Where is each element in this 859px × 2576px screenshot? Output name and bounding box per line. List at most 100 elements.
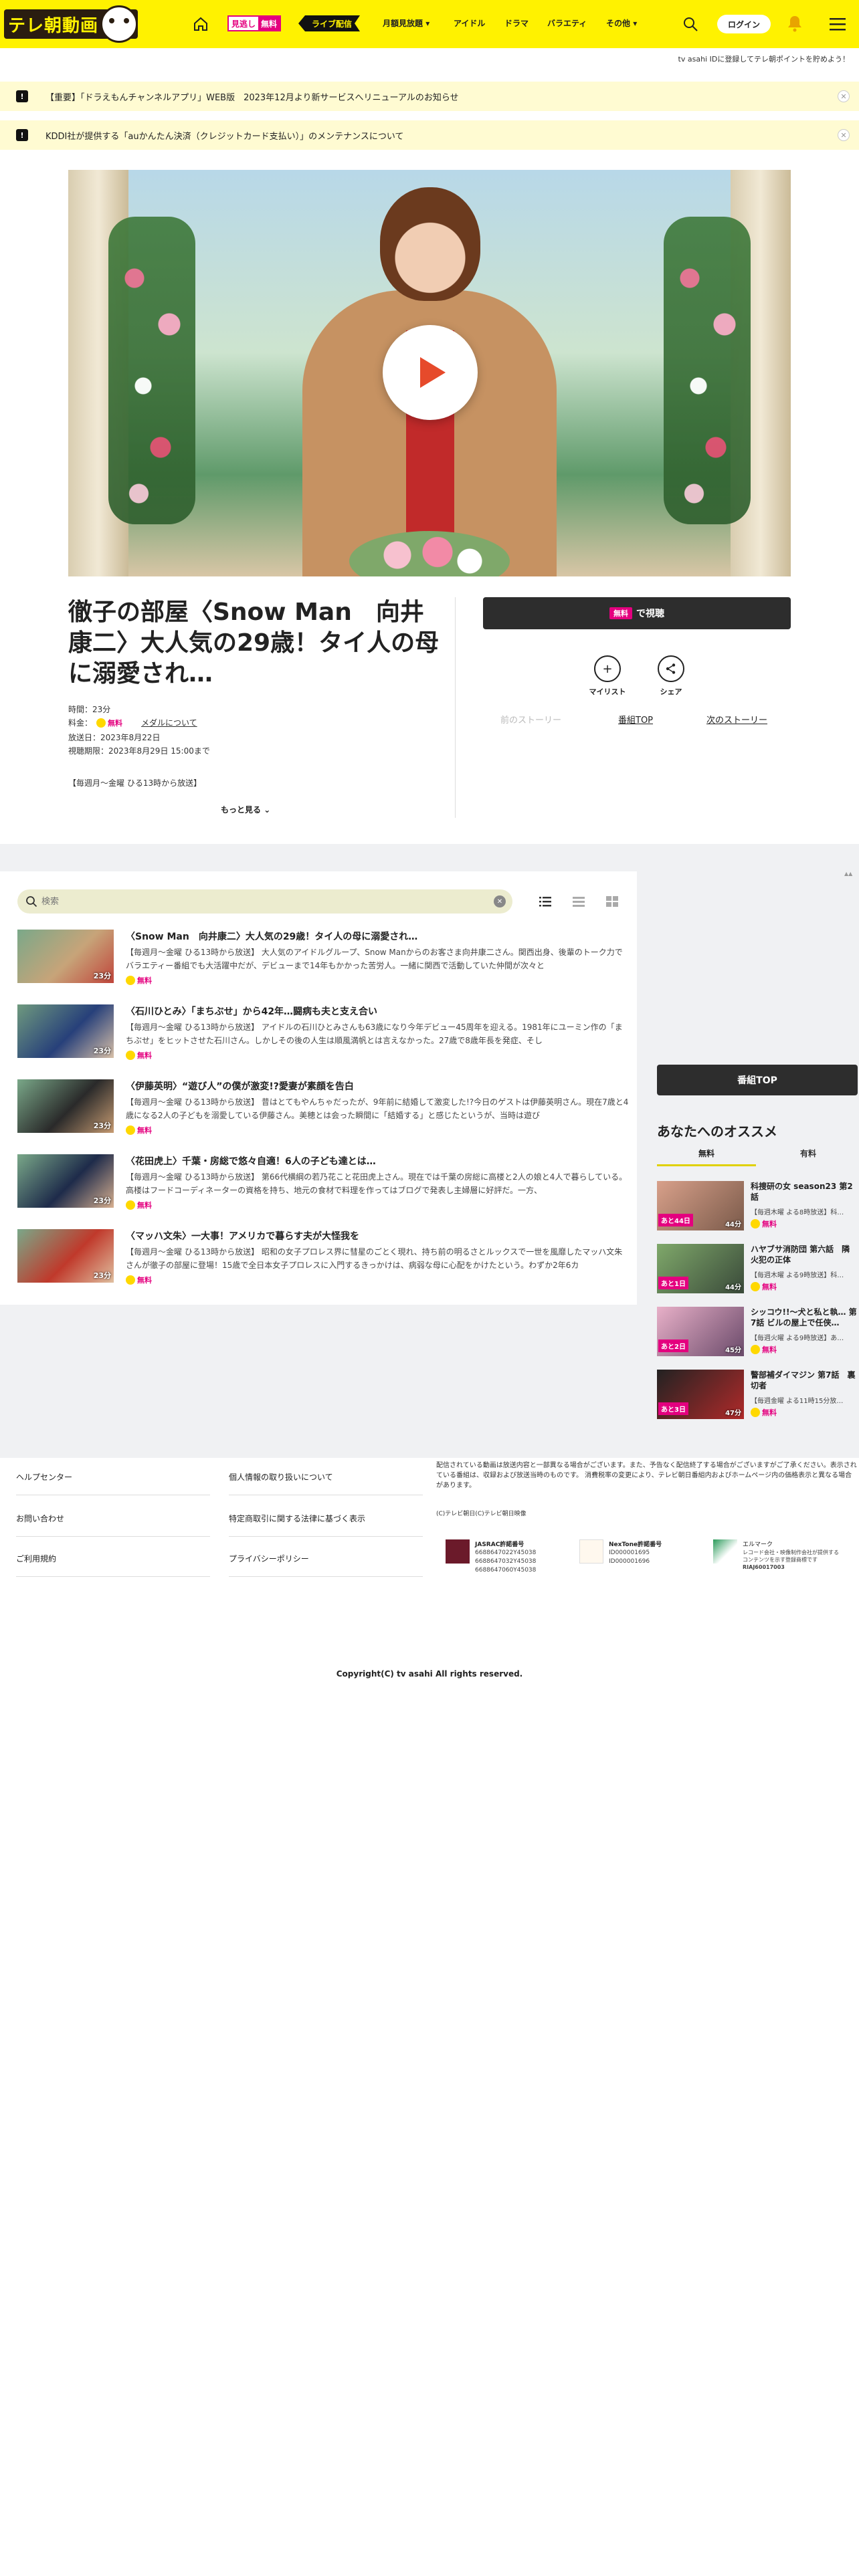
video-player[interactable] bbox=[68, 170, 791, 576]
list-item[interactable]: 23分 〈伊藤英明〉“遊び人”の僕が激変!?愛妻が素顔を告白 【毎週月～金曜 ひ… bbox=[17, 1079, 633, 1145]
license-box: JASRAC許諾番号 6688647022Y45038 6688647032Y45… bbox=[436, 1530, 858, 1589]
guest-head bbox=[380, 187, 480, 301]
footer-contact-link[interactable]: お問い合わせ bbox=[16, 1513, 210, 1537]
free-badge: 無料 bbox=[751, 1281, 777, 1292]
list-item[interactable]: 23分 〈マッハ文朱〉一大事！アメリカで暮らす夫が大怪我を 【毎週月～金曜 ひる… bbox=[17, 1229, 633, 1295]
footer-disclaimer: 配信されている動画は放送内容と一部異なる場合がございます。また、予告なく配信終了… bbox=[436, 1462, 857, 1489]
catchup-free-link[interactable]: 見逃し 無料 bbox=[227, 15, 282, 31]
program-top-link[interactable]: 番組TOP bbox=[618, 713, 653, 726]
recommend-item[interactable]: あと44日 44分 科捜研の女 season23 第2話 【毎週木曜 よる8時放送… bbox=[657, 1181, 858, 1233]
clear-icon[interactable]: ✕ bbox=[494, 895, 506, 907]
flower-arrangement bbox=[664, 217, 751, 524]
recommend-title[interactable]: シッコウ!!～犬と私と執… 第7話 ビルの屋上で任侠… bbox=[751, 1307, 858, 1328]
home-icon[interactable] bbox=[193, 16, 209, 35]
nextone-license: NexTone許諾番号 ID000001695 ID000001696 bbox=[579, 1539, 713, 1580]
nav-other[interactable]: その他 ▾ bbox=[606, 17, 637, 29]
program-top-button[interactable]: 番組TOP bbox=[657, 1065, 858, 1095]
recommend-title[interactable]: 科捜研の女 season23 第2話 bbox=[751, 1181, 858, 1202]
episode-duration: 時間：23分 bbox=[68, 705, 111, 714]
episode-item-title[interactable]: 〈伊藤英明〉“遊び人”の僕が激変!?愛妻が素顔を告白 bbox=[126, 1079, 634, 1093]
free-badge: 無料 bbox=[751, 1407, 777, 1418]
recommend-thumbnail[interactable]: あと1日 44分 bbox=[657, 1244, 744, 1293]
login-button[interactable]: ログイン bbox=[717, 15, 771, 33]
lmark-license: エルマーク レコード会社・映像制作会社が提供するコンテンツを示す登録商標です RI… bbox=[713, 1539, 847, 1580]
divider bbox=[455, 597, 456, 818]
mylist-add-icon[interactable]: + bbox=[594, 655, 621, 682]
footer-help-link[interactable]: ヘルプセンター bbox=[16, 1471, 210, 1495]
recommend-desc: 【毎週木曜 よる8時放送】科… bbox=[751, 1209, 844, 1216]
free-badge: 無料 bbox=[126, 1050, 152, 1061]
coin-icon bbox=[96, 718, 106, 728]
list-item[interactable]: 23分 〈石川ひとみ〉「まちぶせ」から42年…闘病も夫と支え合い 【毎週月～金曜… bbox=[17, 1004, 633, 1070]
jasrac-license: JASRAC許諾番号 6688647022Y45038 6688647032Y45… bbox=[446, 1539, 579, 1580]
recommend-thumbnail[interactable]: あと2日 45分 bbox=[657, 1307, 744, 1356]
info-icon: ! bbox=[16, 90, 28, 102]
more-button[interactable]: もっと見る ⌄ bbox=[221, 804, 270, 815]
live-link[interactable]: ライブ配信 bbox=[298, 15, 360, 31]
recommend-item[interactable]: あと1日 44分 ハヤブサ消防団 第六話 隣火犯の正体 【毎週木曜 よる9時放送】… bbox=[657, 1244, 858, 1296]
recommend-item[interactable]: あと2日 45分 シッコウ!!～犬と私と執… 第7話 ビルの屋上で任侠… 【毎週火… bbox=[657, 1307, 858, 1359]
episode-item-title[interactable]: 〈花田虎上〉千葉・房総で悠々自適！6人の子ども達とは… bbox=[126, 1154, 634, 1168]
logo-area[interactable]: テレ朝動画 bbox=[0, 0, 171, 48]
recommend-thumbnail[interactable]: あと44日 44分 bbox=[657, 1181, 744, 1230]
recommend-desc: 【毎週木曜 よる9時放送】科… bbox=[751, 1272, 844, 1279]
nav-variety[interactable]: バラエティ bbox=[547, 17, 587, 29]
watch-label: で視聴 bbox=[636, 609, 664, 619]
close-icon[interactable]: ✕ bbox=[838, 129, 850, 141]
share-icon[interactable] bbox=[658, 655, 684, 682]
notice-text: 【重要】「ドラえもんチャンネルアプリ」WEB版 2023年12月より新サービスへ… bbox=[45, 92, 459, 103]
episode-thumbnail[interactable]: 23分 bbox=[17, 1154, 114, 1208]
list-item[interactable]: 23分 〈花田虎上〉千葉・房総で悠々自適！6人の子ども達とは… 【毎週月～金曜 … bbox=[17, 1154, 633, 1220]
detail-view-icon[interactable] bbox=[573, 896, 585, 909]
medal-link[interactable]: メダルについて bbox=[141, 717, 197, 728]
coin-icon bbox=[751, 1282, 760, 1291]
nav-drama[interactable]: ドラマ bbox=[504, 17, 529, 29]
episode-item-title[interactable]: 〈石川ひとみ〉「まちぶせ」から42年…闘病も夫と支え合い bbox=[126, 1004, 634, 1018]
watch-free-button[interactable]: 無料 で視聴 bbox=[483, 597, 791, 629]
footer-privacy-handling-link[interactable]: 個人情報の取り扱いについて bbox=[229, 1471, 423, 1495]
episode-thumbnail[interactable]: 23分 bbox=[17, 1229, 114, 1283]
episode-item-title[interactable]: 〈Snow Man 向井康二〉大人気の29歳！タイ人の母に溺愛され… bbox=[126, 930, 634, 943]
close-icon[interactable]: ✕ bbox=[838, 90, 850, 102]
collapse-handle[interactable]: ▲▲ bbox=[844, 871, 858, 877]
notification-bell-icon[interactable] bbox=[787, 15, 803, 35]
list-item[interactable]: 23分 〈Snow Man 向井康二〉大人気の29歳！タイ人の母に溺愛され… 【… bbox=[17, 930, 633, 995]
episode-thumbnail[interactable]: 23分 bbox=[17, 1079, 114, 1133]
list-view-icon[interactable] bbox=[539, 896, 551, 909]
catchup-label: 見逃し bbox=[231, 19, 256, 29]
footer-commerce-law-link[interactable]: 特定商取引に関する法律に基づく表示 bbox=[229, 1513, 423, 1537]
grid-view-icon[interactable] bbox=[606, 896, 618, 909]
recommend-thumbnail[interactable]: あと3日 47分 bbox=[657, 1370, 744, 1419]
episode-thumbnail[interactable]: 23分 bbox=[17, 1004, 114, 1058]
nav-idol[interactable]: アイドル bbox=[454, 17, 485, 29]
footer-privacy-policy-link[interactable]: プライバシーポリシー bbox=[229, 1553, 423, 1577]
episode-item-title[interactable]: 〈マッハ文朱〉一大事！アメリカで暮らす夫が大怪我を bbox=[126, 1229, 634, 1243]
tab-paid[interactable]: 有料 bbox=[759, 1148, 858, 1164]
menu-icon[interactable] bbox=[830, 17, 846, 34]
recommend-title[interactable]: ハヤブサ消防団 第六話 隣火犯の正体 bbox=[751, 1244, 858, 1265]
notice-text: KDDI社が提供する「auかんたん決済（クレジットカード支払い）」のメンテナンス… bbox=[45, 131, 404, 142]
prev-story-link: 前のストーリー bbox=[500, 716, 562, 726]
footer-terms-link[interactable]: ご利用規約 bbox=[16, 1553, 210, 1577]
recommend-title[interactable]: 警部補ダイマジン 第7話 裏切者 bbox=[751, 1370, 858, 1391]
search-icon[interactable] bbox=[682, 16, 698, 35]
jasrac-logo-icon bbox=[446, 1539, 470, 1564]
mascot-logo-icon bbox=[100, 5, 138, 43]
free-badge: 無料 bbox=[751, 1344, 777, 1355]
live-label: ライブ配信 bbox=[312, 19, 353, 29]
episode-thumbnail[interactable]: 23分 bbox=[17, 930, 114, 983]
tab-free[interactable]: 無料 bbox=[657, 1148, 756, 1166]
play-button-icon[interactable] bbox=[383, 325, 478, 420]
coin-icon bbox=[126, 1051, 135, 1060]
next-story-link[interactable]: 次のストーリー bbox=[706, 713, 767, 726]
search-input[interactable] bbox=[41, 894, 483, 909]
nav-subscription[interactable]: 月額見放題 ▾ bbox=[383, 17, 430, 29]
episode-search[interactable]: ✕ bbox=[17, 889, 512, 914]
recommend-desc: 【毎週火曜 よる9時放送】あ… bbox=[751, 1335, 844, 1342]
tvasahi-id-link[interactable]: tv asahi IDに登録してテレ朝ポイントを貯めよう！ bbox=[678, 53, 850, 64]
notice-bar[interactable]: ! KDDI社が提供する「auかんたん決済（クレジットカード支払い）」のメンテナ… bbox=[0, 120, 859, 150]
recommend-item[interactable]: あと3日 47分 警部補ダイマジン 第7話 裏切者 【毎週金曜 よる11時15分放… bbox=[657, 1370, 858, 1422]
notice-bar[interactable]: ! 【重要】「ドラえもんチャンネルアプリ」WEB版 2023年12月より新サービ… bbox=[0, 82, 859, 111]
flower-arrangement bbox=[108, 217, 195, 524]
episode-item-desc: 【毎週月～金曜 ひる13時から放送】 第66代横綱の若乃花こと花田虎上さん。現在… bbox=[126, 1172, 628, 1195]
